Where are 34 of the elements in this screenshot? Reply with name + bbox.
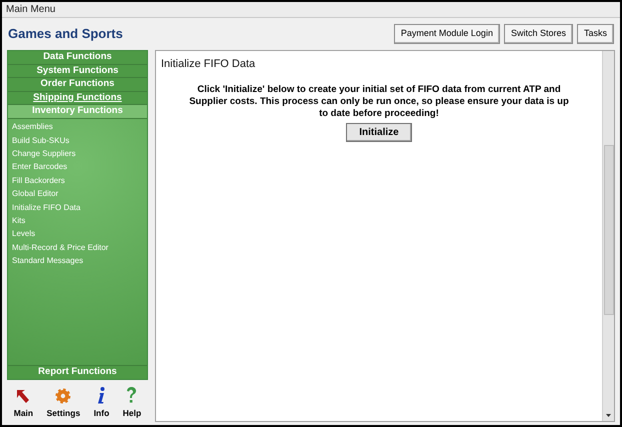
help-icon bbox=[126, 387, 138, 404]
header-button[interactable]: Tasks bbox=[576, 24, 614, 44]
sidebar-item[interactable]: Levels bbox=[12, 228, 36, 240]
sidebar-item[interactable]: Assemblies bbox=[12, 121, 53, 134]
tool-label[interactable]: Info bbox=[94, 407, 110, 420]
header-button[interactable]: Payment Module Login bbox=[394, 24, 500, 44]
tool-label[interactable]: Settings bbox=[46, 407, 80, 420]
sidebar-item[interactable]: Initialize FIFO Data bbox=[12, 202, 80, 214]
section-tab[interactable]: Data Functions bbox=[8, 51, 147, 64]
initialize-button[interactable]: Initialize bbox=[346, 122, 412, 142]
page-title: Initialize FIFO Data bbox=[161, 57, 256, 72]
section-tab[interactable]: Shipping Functions bbox=[8, 92, 147, 105]
sidebar-item[interactable]: Build Sub-SKUs bbox=[12, 134, 70, 147]
arrow-icon bbox=[15, 388, 32, 404]
sidebar-item[interactable]: Multi-Record & Price Editor bbox=[12, 242, 108, 254]
scroll-down-icon[interactable] bbox=[606, 414, 611, 416]
scrollbar[interactable] bbox=[602, 51, 614, 421]
tool-label[interactable]: Main bbox=[14, 407, 34, 420]
sidebar-item[interactable]: Change Suppliers bbox=[12, 148, 76, 160]
sidebar-item[interactable]: Global Editor bbox=[12, 188, 58, 200]
settings-icon bbox=[55, 388, 72, 404]
instruction-text: Click 'Initialize' below to create your initial set of FIFO data from current ATP and Supplier costs. This process can only be run once, so please ensure your data is up to date before proceeding! bbox=[189, 84, 569, 120]
tool-label[interactable]: Help bbox=[122, 407, 142, 420]
window-title: Main Menu bbox=[6, 3, 56, 17]
sidebar-item[interactable]: Fill Backorders bbox=[12, 174, 65, 187]
section-tab[interactable]: Inventory Functions bbox=[8, 105, 147, 118]
sidebar-item[interactable]: Standard Messages bbox=[12, 255, 84, 268]
info-icon bbox=[96, 387, 106, 404]
store-title: Games and Sports bbox=[8, 25, 123, 44]
header-button[interactable]: Switch Stores bbox=[504, 24, 573, 44]
section-tab[interactable]: System Functions bbox=[8, 64, 147, 78]
sidebar-item[interactable]: Kits bbox=[12, 214, 26, 227]
sidebar-item[interactable]: Enter Barcodes bbox=[12, 161, 68, 174]
section-tab[interactable]: Order Functions bbox=[8, 78, 147, 92]
